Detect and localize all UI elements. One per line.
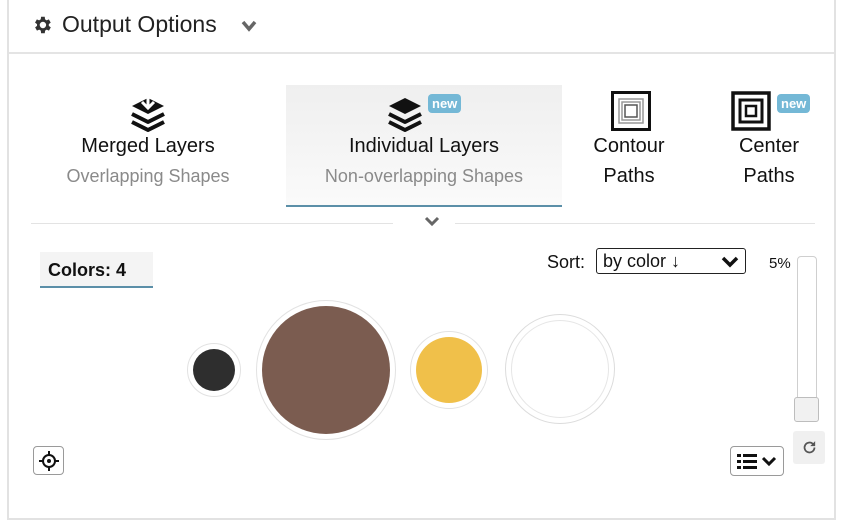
- swatch-fill: [511, 320, 609, 418]
- crosshair-icon: [39, 451, 59, 471]
- color-swatch-yellow[interactable]: [410, 331, 488, 409]
- tab-subtitle: Overlapping Shapes: [66, 166, 230, 186]
- divider: [455, 223, 815, 224]
- color-swatch-brown[interactable]: [256, 300, 396, 440]
- output-options-panel: Output Options Merged Layers Overlapping…: [7, 0, 836, 520]
- reset-button[interactable]: [793, 431, 825, 464]
- divider: [31, 223, 393, 224]
- tab-label-line2: Paths: [603, 165, 655, 187]
- tab-label: Merged Layers: [81, 135, 215, 157]
- layers-icon: [388, 98, 422, 132]
- tolerance-slider-thumb[interactable]: [794, 397, 819, 422]
- sort-value: by color ↓: [603, 251, 681, 271]
- list-options-button[interactable]: [730, 446, 784, 476]
- output-options-header[interactable]: Output Options: [9, 0, 834, 54]
- list-icon: [737, 454, 757, 469]
- sort-select[interactable]: by color ↓: [596, 248, 746, 274]
- swatch-fill: [262, 306, 390, 434]
- chevron-down-icon: [761, 456, 777, 467]
- sort-label: Sort:: [547, 252, 586, 272]
- tab-label: Individual Layers: [348, 135, 500, 157]
- color-swatch-white[interactable]: [505, 314, 615, 424]
- chevron-down-icon: [721, 256, 739, 268]
- tolerance-value: 5%: [769, 255, 791, 272]
- tab-center-paths[interactable]: new Center Paths: [719, 85, 819, 207]
- tab-label-line1: Center: [738, 135, 800, 157]
- contour-paths-icon: [611, 91, 651, 131]
- swatch-fill: [193, 349, 235, 391]
- gear-icon: [35, 16, 51, 34]
- panel-title: Output Options: [62, 11, 217, 37]
- layers-download-icon: [131, 94, 165, 132]
- refresh-icon: [803, 441, 816, 454]
- tab-merged-layers[interactable]: Merged Layers Overlapping Shapes: [43, 85, 253, 207]
- color-swatch-dark[interactable]: [187, 343, 241, 397]
- tab-subtitle: Non-overlapping Shapes: [324, 166, 524, 186]
- new-badge: new: [777, 94, 811, 113]
- new-badge: new: [428, 94, 462, 113]
- tab-individual-layers[interactable]: new Individual Layers Non-overlapping Sh…: [286, 85, 562, 207]
- center-paths-icon: [731, 91, 771, 131]
- colors-count-tab[interactable]: Colors: 4: [40, 252, 153, 288]
- locate-button[interactable]: [33, 446, 64, 475]
- chevron-down-icon[interactable]: [240, 19, 258, 33]
- tab-label-line1: Contour: [593, 135, 665, 157]
- tab-contour-paths[interactable]: Contour Paths: [579, 85, 679, 207]
- tab-label-line2: Paths: [743, 165, 795, 187]
- swatch-fill: [416, 337, 482, 403]
- chevron-down-icon[interactable]: [424, 216, 440, 227]
